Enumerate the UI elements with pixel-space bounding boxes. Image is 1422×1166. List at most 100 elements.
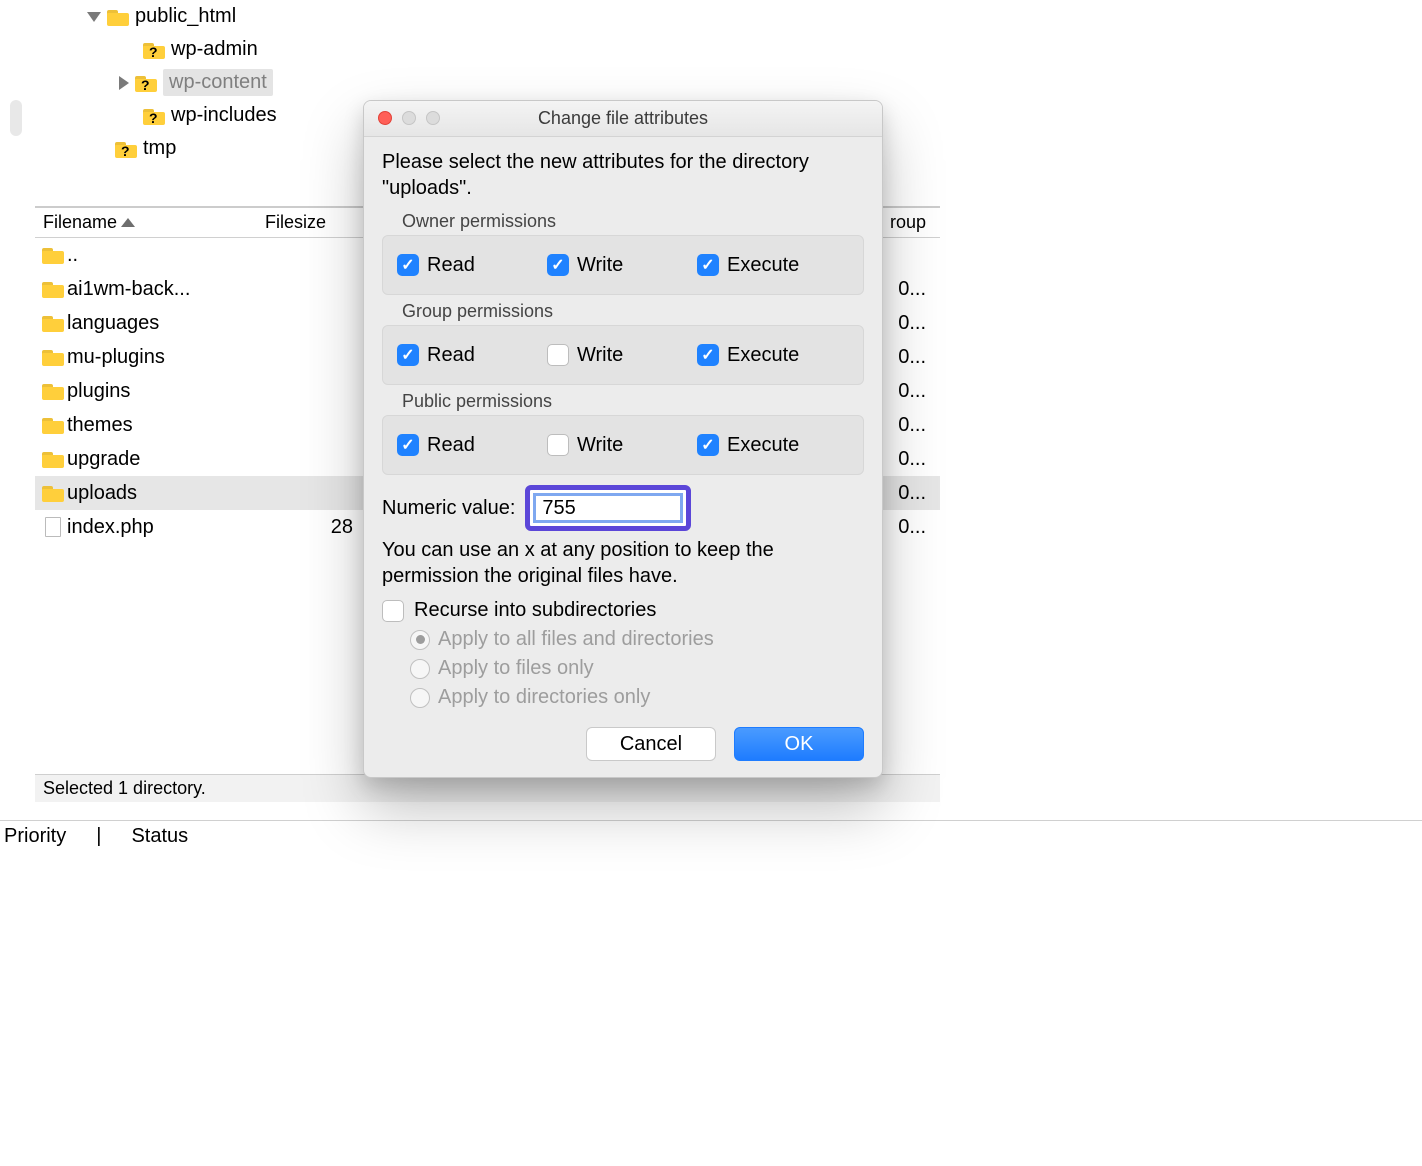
folder-unknown-icon: ? xyxy=(135,74,157,92)
directory-tree: public_html ? wp-admin ? wp-content ? wp… xyxy=(35,0,375,165)
perm-label: Write xyxy=(577,434,623,457)
recurse-options: Apply to all files and directories Apply… xyxy=(410,628,864,709)
file-name: mu-plugins xyxy=(67,346,265,369)
close-window-button[interactable] xyxy=(378,111,392,125)
tree-row-wp-admin[interactable]: ? wp-admin xyxy=(35,33,375,66)
recurse-option-label: Apply to directories only xyxy=(438,686,650,709)
column-header-filename[interactable]: Filename xyxy=(35,212,265,233)
tree-label: wp-admin xyxy=(171,38,258,61)
folder-unknown-icon: ? xyxy=(143,107,165,125)
tree-label: public_html xyxy=(135,5,236,28)
file-size: 28 xyxy=(265,516,365,539)
perm-label: Execute xyxy=(727,344,799,367)
group-permissions-box: Read Write Execute xyxy=(382,325,864,385)
column-divider: | xyxy=(96,825,101,848)
folder-icon xyxy=(42,280,64,298)
numeric-value-input[interactable] xyxy=(533,493,683,523)
folder-icon xyxy=(42,416,64,434)
file-name: languages xyxy=(67,312,265,335)
perm-label: Read xyxy=(427,434,475,457)
recurse-option-files-radio xyxy=(410,659,430,679)
recurse-option-all-radio xyxy=(410,630,430,650)
tree-row-public-html[interactable]: public_html xyxy=(35,0,375,33)
transfer-queue-header: Priority | Status xyxy=(0,820,1422,852)
folder-icon xyxy=(42,484,64,502)
file-name: plugins xyxy=(67,380,265,403)
public-write-checkbox[interactable] xyxy=(547,434,569,456)
file-name: ai1wm-back... xyxy=(67,278,265,301)
folder-unknown-icon: ? xyxy=(115,140,137,158)
perm-label: Write xyxy=(577,344,623,367)
owner-write-checkbox[interactable] xyxy=(547,254,569,276)
perm-label: Read xyxy=(427,254,475,277)
perm-label: Write xyxy=(577,254,623,277)
numeric-value-label: Numeric value: xyxy=(382,497,515,520)
perm-label: Execute xyxy=(727,434,799,457)
column-header-filesize[interactable]: Filesize xyxy=(265,212,365,233)
ok-button[interactable]: OK xyxy=(734,727,864,761)
group-read-checkbox[interactable] xyxy=(397,344,419,366)
sort-ascending-icon xyxy=(121,218,135,227)
status-text: Selected 1 directory. xyxy=(43,778,206,798)
perm-label: Execute xyxy=(727,254,799,277)
numeric-value-hint: You can use an x at any position to keep… xyxy=(382,537,864,589)
file-name: .. xyxy=(67,244,265,267)
group-write-checkbox[interactable] xyxy=(547,344,569,366)
column-header-status[interactable]: Status xyxy=(131,825,188,848)
status-strip: Selected 1 directory. xyxy=(35,774,940,802)
recurse-checkbox[interactable] xyxy=(382,600,404,622)
group-permissions-label: Group permissions xyxy=(402,301,864,322)
tree-row-wp-content[interactable]: ? wp-content xyxy=(35,66,375,99)
owner-permissions-label: Owner permissions xyxy=(402,211,864,232)
recurse-label: Recurse into subdirectories xyxy=(414,599,656,622)
minimize-window-button xyxy=(402,111,416,125)
owner-execute-checkbox[interactable] xyxy=(697,254,719,276)
dialog-buttons: Cancel OK xyxy=(382,727,864,761)
owner-read-checkbox[interactable] xyxy=(397,254,419,276)
public-read-checkbox[interactable] xyxy=(397,434,419,456)
window-controls xyxy=(378,111,440,125)
public-permissions-label: Public permissions xyxy=(402,391,864,412)
chevron-right-icon[interactable] xyxy=(119,76,129,90)
chevron-down-icon[interactable] xyxy=(87,12,101,22)
file-name: index.php xyxy=(67,516,265,539)
numeric-value-row: Numeric value: xyxy=(382,485,864,531)
folder-icon xyxy=(42,382,64,400)
public-execute-checkbox[interactable] xyxy=(697,434,719,456)
file-name: uploads xyxy=(67,482,265,505)
perm-label: Read xyxy=(427,344,475,367)
tree-row-tmp[interactable]: ? tmp xyxy=(35,132,375,165)
column-label: Filename xyxy=(43,212,117,233)
dialog-titlebar[interactable]: Change file attributes xyxy=(364,101,882,137)
folder-icon xyxy=(42,450,64,468)
folder-icon xyxy=(42,348,64,366)
file-icon xyxy=(45,517,61,537)
recurse-option-label: Apply to files only xyxy=(438,657,594,680)
dialog-prompt: Please select the new attributes for the… xyxy=(382,149,864,201)
owner-permissions-box: Read Write Execute xyxy=(382,235,864,295)
folder-unknown-icon: ? xyxy=(143,41,165,59)
folder-icon xyxy=(42,246,64,264)
column-label: Filesize xyxy=(265,212,326,232)
button-label: OK xyxy=(785,733,814,756)
tree-label: tmp xyxy=(143,137,176,160)
file-name: upgrade xyxy=(67,448,265,471)
column-label: roup xyxy=(890,212,926,232)
tree-label: wp-content xyxy=(163,69,273,96)
dialog-title: Change file attributes xyxy=(364,108,882,129)
folder-icon xyxy=(107,8,129,26)
recurse-option-label: Apply to all files and directories xyxy=(438,628,714,651)
recurse-option-dirs-radio xyxy=(410,688,430,708)
column-header-priority[interactable]: Priority xyxy=(4,825,66,848)
pane-grip[interactable] xyxy=(10,100,22,136)
numeric-value-highlight xyxy=(525,485,691,531)
button-label: Cancel xyxy=(620,733,682,756)
cancel-button[interactable]: Cancel xyxy=(586,727,716,761)
tree-label: wp-includes xyxy=(171,104,277,127)
zoom-window-button xyxy=(426,111,440,125)
change-attributes-dialog: Change file attributes Please select the… xyxy=(363,100,883,778)
file-name: themes xyxy=(67,414,265,437)
dialog-body: Please select the new attributes for the… xyxy=(364,137,882,777)
tree-row-wp-includes[interactable]: ? wp-includes xyxy=(35,99,375,132)
group-execute-checkbox[interactable] xyxy=(697,344,719,366)
